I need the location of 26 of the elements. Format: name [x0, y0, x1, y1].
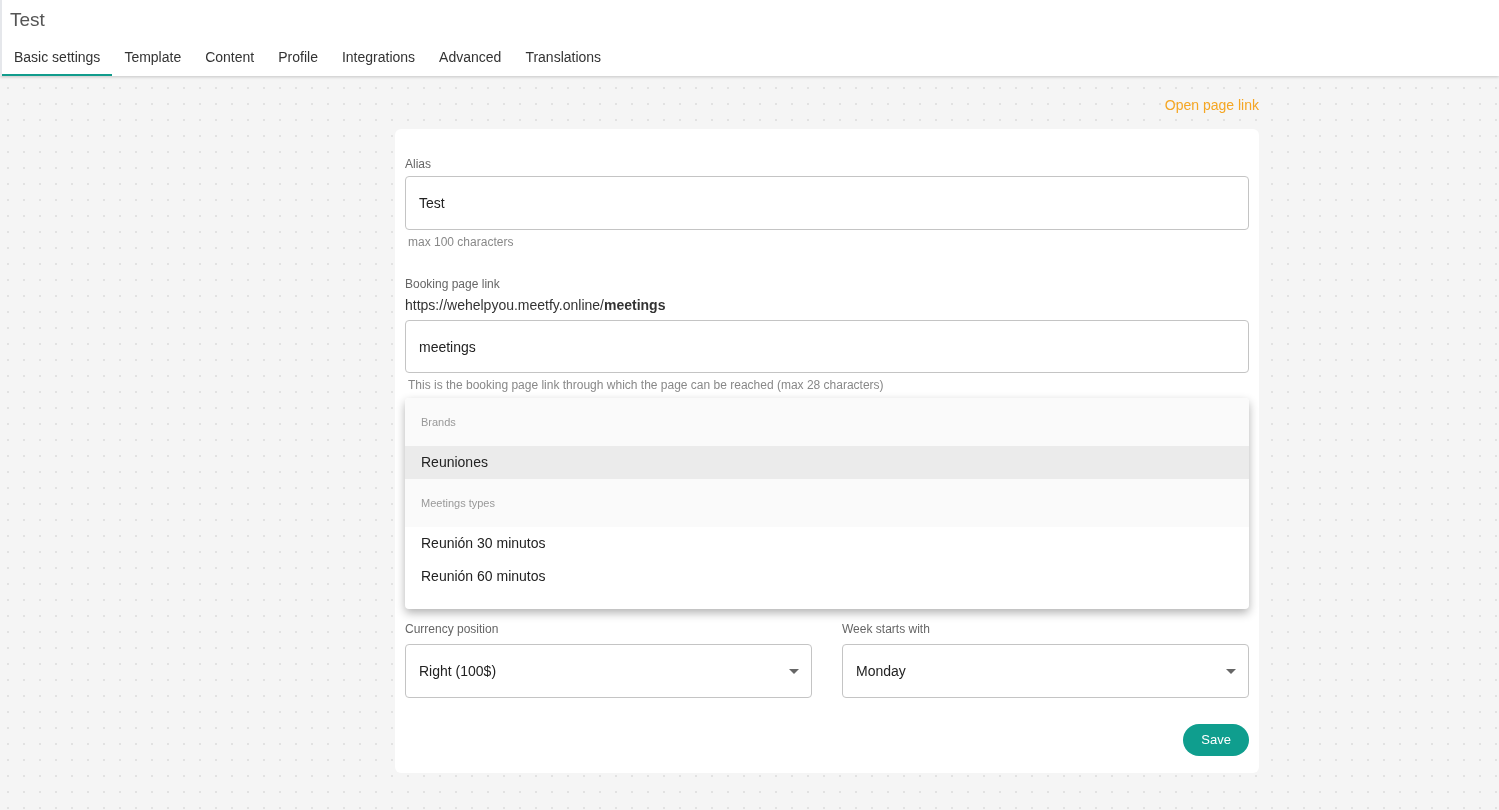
menu-option[interactable]: Reunión 60 minutos	[405, 560, 1249, 593]
field-label: Booking page link	[405, 276, 501, 293]
tab[interactable]: Content	[193, 40, 267, 76]
tab[interactable]: Profile	[266, 40, 330, 76]
field-label: Alias	[405, 156, 432, 171]
tab[interactable]: Basic settings	[2, 40, 113, 76]
menu-option[interactable]: Reuniones	[405, 446, 1249, 479]
menu-group-label: Brands	[405, 398, 1249, 446]
caret-icon	[1226, 668, 1236, 674]
alias-input[interactable]: Test	[405, 176, 1249, 230]
page-title: Test	[10, 7, 45, 32]
week-start-select[interactable]: Monday	[842, 644, 1249, 698]
field-label: Currency position	[405, 621, 500, 638]
caret-icon	[789, 668, 799, 674]
tab[interactable]: Translations	[513, 40, 614, 76]
helper-text: This is the booking page link through which the page can be reached (max 28 characters)	[408, 377, 885, 394]
field-label: Week starts with	[842, 621, 931, 638]
booking-url: https://wehelpyou.meetfy.online/meetings	[405, 296, 667, 315]
tab[interactable]: Advanced	[427, 40, 514, 76]
currency-select[interactable]: Right (100$)	[405, 644, 812, 698]
menu-group-label: Meetings types	[405, 479, 1249, 527]
helper-text: max 100 characters	[408, 234, 515, 251]
tab[interactable]: Template	[112, 40, 194, 76]
tab[interactable]: Integrations	[329, 40, 428, 76]
booking-link-input[interactable]: meetings	[405, 320, 1249, 373]
menu-option[interactable]: Reunión 30 minutos	[405, 527, 1249, 560]
